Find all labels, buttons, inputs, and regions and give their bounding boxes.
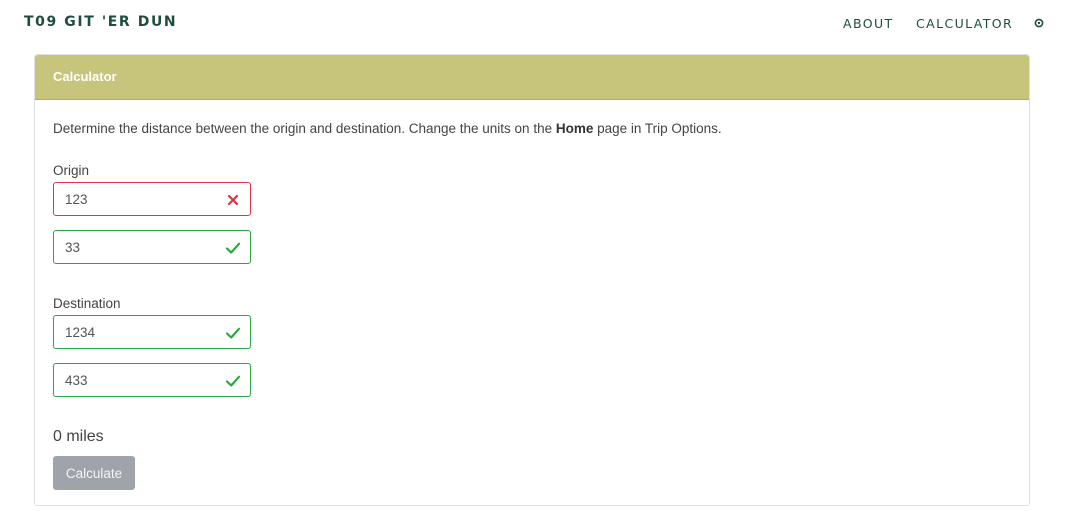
destination-longitude-field [53, 363, 251, 397]
gear-icon[interactable] [1033, 17, 1045, 29]
origin-latitude-input[interactable] [54, 183, 225, 215]
nav-about-link[interactable]: ABOUT [843, 16, 894, 31]
destination-longitude-input[interactable] [54, 364, 225, 396]
home-page-reference: Home [555, 121, 594, 136]
calculate-button[interactable]: Calculate [53, 456, 135, 490]
nav-calculator-link[interactable]: CALCULATOR [916, 16, 1013, 31]
card-header: Calculator [35, 55, 1029, 100]
origin-label: Origin [53, 163, 90, 178]
valid-check-icon [225, 327, 241, 339]
destination-latitude-input[interactable] [54, 316, 225, 348]
description-suffix: page in Trip Options. [593, 121, 722, 136]
valid-check-icon [225, 242, 241, 254]
calculator-description: Determine the distance between the origi… [53, 121, 722, 136]
origin-longitude-input[interactable] [54, 231, 225, 263]
calculator-card: Calculator Determine the distance betwee… [34, 54, 1030, 506]
destination-label: Destination [53, 296, 121, 311]
distance-result: 0 miles [53, 428, 104, 445]
valid-check-icon [225, 375, 241, 387]
brand-title[interactable]: T09 GIT 'ER DUN [24, 14, 177, 30]
origin-latitude-field [53, 182, 251, 216]
card-title: Calculator [53, 69, 117, 84]
description-text: Determine the distance between the origi… [53, 121, 556, 136]
destination-latitude-field [53, 315, 251, 349]
navbar: T09 GIT 'ER DUN ABOUT CALCULATOR [0, 0, 1080, 48]
invalid-x-icon [227, 194, 239, 206]
origin-longitude-field [53, 230, 251, 264]
